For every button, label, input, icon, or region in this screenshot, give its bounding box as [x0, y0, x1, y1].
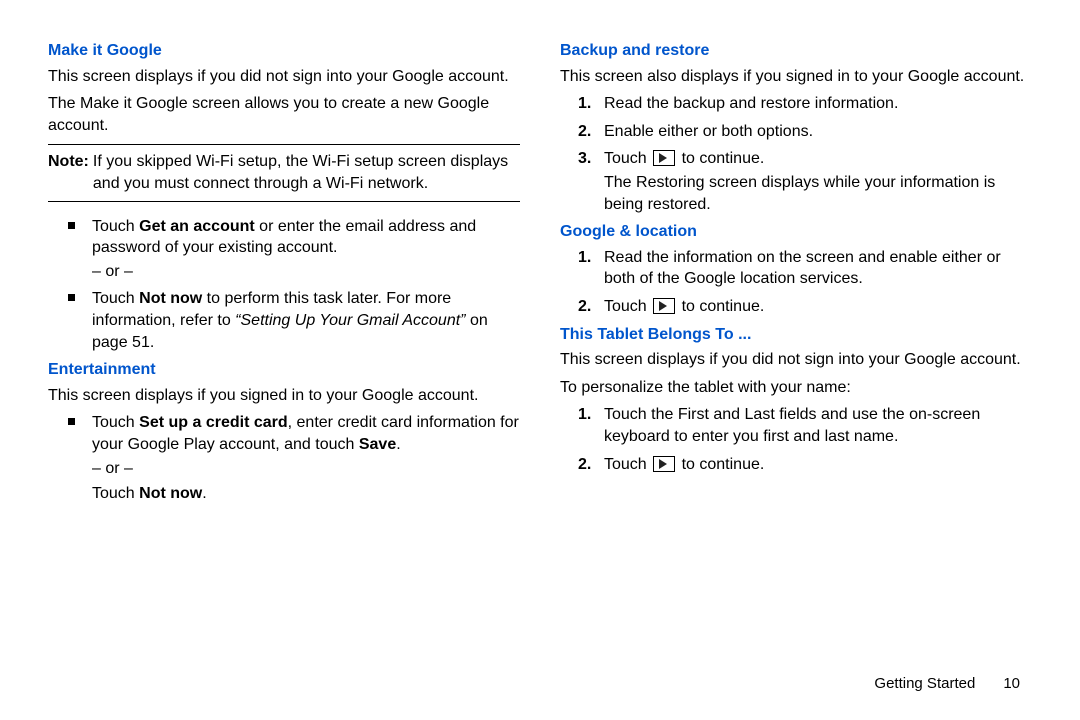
list-item: Touch Not now to perform this task later… — [92, 288, 520, 353]
or-separator: – or – — [92, 458, 520, 480]
numbered-list: Read the information on the screen and e… — [560, 247, 1032, 318]
numbered-list: Touch the First and Last fields and use … — [560, 404, 1032, 475]
next-arrow-icon — [653, 150, 675, 166]
next-arrow-icon — [653, 456, 675, 472]
text: . — [202, 485, 206, 502]
note-text: If you skipped Wi-Fi setup, the Wi-Fi se… — [93, 151, 520, 194]
bold-text: Save — [359, 436, 396, 453]
text: Touch — [604, 298, 651, 315]
text: to continue. — [677, 456, 764, 473]
heading-tablet-belongs-to: This Tablet Belongs To ... — [560, 324, 1032, 346]
list-item: Touch to continue. The Restoring screen … — [604, 148, 1032, 215]
list-item: Touch Get an account or enter the email … — [92, 216, 520, 283]
next-arrow-icon — [653, 298, 675, 314]
or-separator: – or – — [92, 261, 520, 283]
text: Touch — [604, 456, 651, 473]
text: Touch — [92, 290, 139, 307]
text: . — [396, 436, 400, 453]
note-label: Note: — [48, 151, 93, 194]
body-text: This screen displays if you did not sign… — [560, 349, 1032, 371]
footer-section-name: Getting Started — [874, 674, 975, 694]
list-item: Touch Set up a credit card, enter credit… — [92, 412, 520, 504]
bullet-list: Touch Get an account or enter the email … — [48, 216, 520, 354]
footer-page-number: 10 — [1003, 674, 1020, 694]
bold-text: Not now — [139, 485, 202, 502]
text: Touch — [92, 218, 139, 235]
list-item: Touch to continue. — [604, 454, 1032, 476]
bold-text: Set up a credit card — [139, 414, 288, 431]
body-text: The Make it Google screen allows you to … — [48, 93, 520, 136]
page-footer: Getting Started 10 — [874, 674, 1020, 694]
bold-text: Get an account — [139, 218, 255, 235]
text: to continue. — [677, 298, 764, 315]
right-column: Backup and restore This screen also disp… — [560, 40, 1032, 710]
text: Touch Not now. — [92, 483, 520, 505]
bold-text: Not now — [139, 290, 202, 307]
heading-google-location: Google & location — [560, 221, 1032, 243]
bullet-list: Touch Set up a credit card, enter credit… — [48, 412, 520, 504]
text: to continue. — [677, 150, 764, 167]
heading-backup-restore: Backup and restore — [560, 40, 1032, 62]
list-item: Read the information on the screen and e… — [604, 247, 1032, 290]
note-block: Note: If you skipped Wi-Fi setup, the Wi… — [48, 144, 520, 201]
heading-entertainment: Entertainment — [48, 359, 520, 381]
body-text: This screen displays if you signed in to… — [48, 385, 520, 407]
body-text: The Restoring screen displays while your… — [604, 172, 1032, 215]
reference-quote: “Setting Up Your Gmail Account” — [235, 312, 465, 329]
manual-page: Make it Google This screen displays if y… — [0, 0, 1080, 720]
text: Touch — [92, 485, 139, 502]
left-column: Make it Google This screen displays if y… — [48, 40, 520, 710]
list-item: Enable either or both options. — [604, 121, 1032, 143]
text: Touch — [604, 150, 651, 167]
body-text: To personalize the tablet with your name… — [560, 377, 1032, 399]
text: Touch — [92, 414, 139, 431]
numbered-list: Read the backup and restore information.… — [560, 93, 1032, 215]
heading-make-it-google: Make it Google — [48, 40, 520, 62]
list-item: Touch to continue. — [604, 296, 1032, 318]
list-item: Read the backup and restore information. — [604, 93, 1032, 115]
body-text: This screen also displays if you signed … — [560, 66, 1032, 88]
list-item: Touch the First and Last fields and use … — [604, 404, 1032, 447]
body-text: This screen displays if you did not sign… — [48, 66, 520, 88]
